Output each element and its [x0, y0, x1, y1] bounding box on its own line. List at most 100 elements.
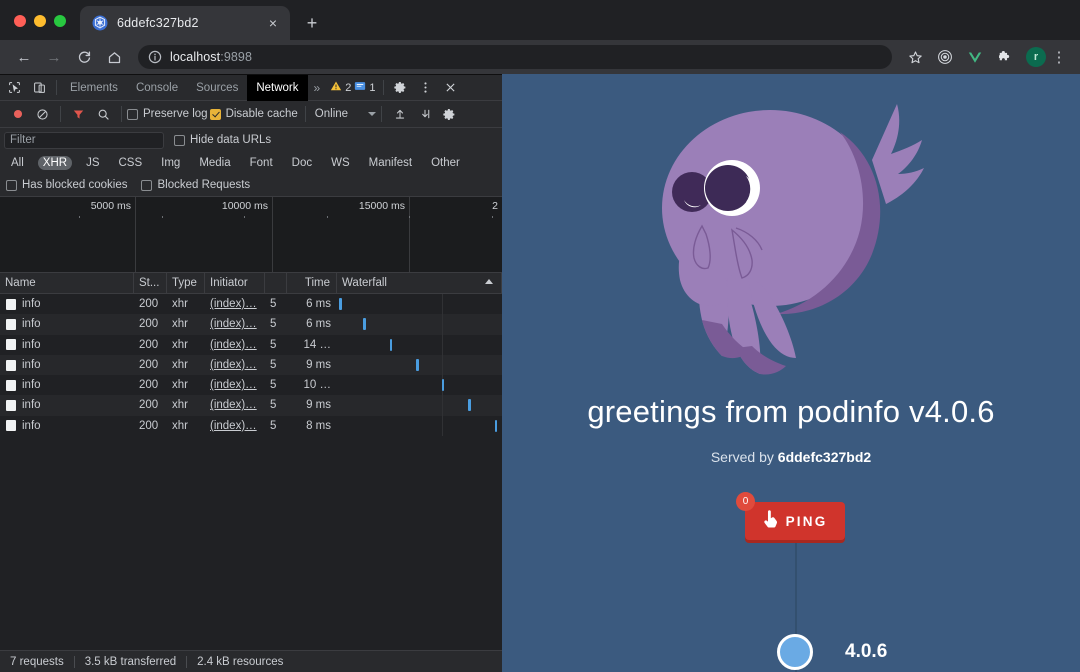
has-blocked-cookies-checkbox[interactable]: Has blocked cookies [6, 179, 127, 191]
network-request-list[interactable]: info 200 xhr (index)… 5 6 ms info 200 xh… [0, 294, 502, 650]
forward-button[interactable]: → [40, 43, 68, 71]
blocked-requests-checkbox[interactable]: Blocked Requests [141, 179, 250, 191]
maximize-window-button[interactable] [54, 15, 66, 27]
address-bar[interactable]: localhost:9898 [138, 45, 892, 69]
devtools-close-icon[interactable] [438, 76, 463, 100]
overview-tick-5000: 5000 ms [90, 200, 131, 212]
home-button[interactable] [100, 43, 128, 71]
request-status: 200 [139, 358, 159, 371]
type-filter-manifest[interactable]: Manifest [364, 156, 417, 170]
type-filter-xhr[interactable]: XHR [37, 156, 73, 170]
request-type: xhr [172, 419, 188, 432]
network-table-header: Name St... Type Initiator Time Waterfall [0, 272, 502, 294]
throttle-value: Online [314, 108, 349, 120]
ping-button[interactable]: 0 PING [736, 492, 845, 540]
column-header-type[interactable]: Type [167, 272, 205, 294]
column-header-waterfall[interactable]: Waterfall [337, 272, 502, 294]
reload-button[interactable] [70, 43, 98, 71]
request-status: 200 [139, 298, 159, 310]
issue-badges[interactable]: 2 1 [326, 80, 379, 95]
extensions-puzzle-icon[interactable] [992, 44, 1018, 70]
disable-cache-box [209, 108, 221, 120]
column-header-initiator[interactable]: Initiator [205, 272, 265, 294]
type-filter-all[interactable]: All [6, 156, 29, 170]
tab-console[interactable]: Console [127, 75, 187, 101]
request-size: 5 [270, 318, 277, 331]
close-window-button[interactable] [14, 15, 26, 27]
tab-elements[interactable]: Elements [61, 75, 127, 101]
tab-close-icon[interactable]: × [264, 14, 282, 32]
type-filter-doc[interactable]: Doc [287, 156, 317, 170]
back-button[interactable]: ← [10, 43, 38, 71]
hide-data-urls-checkbox[interactable]: Hide data URLs [174, 134, 271, 146]
table-row[interactable]: info 200 xhr (index)… 5 8 ms [0, 415, 502, 437]
preserve-log-checkbox[interactable]: Preserve log [127, 108, 208, 120]
more-tabs-chevron-icon[interactable]: » [308, 81, 327, 95]
import-har-upload-icon[interactable] [387, 102, 412, 126]
type-filter-img[interactable]: Img [156, 156, 185, 170]
browser-menu-button[interactable]: ⋮ [1048, 50, 1070, 65]
request-initiator[interactable]: (index)… [210, 318, 257, 330]
blocking-filters: Has blocked cookies Blocked Requests [0, 174, 502, 197]
devtools-more-menu-icon[interactable] [413, 76, 438, 100]
table-row[interactable]: info 200 xhr (index)… 5 9 ms [0, 354, 502, 376]
table-row[interactable]: info 200 xhr (index)… 5 10 … [0, 375, 502, 396]
warning-triangle-icon [330, 80, 342, 95]
type-filter-js[interactable]: JS [81, 156, 104, 170]
request-initiator[interactable]: (index)… [210, 399, 257, 411]
device-toolbar-icon[interactable] [27, 76, 52, 100]
column-header-size[interactable] [265, 272, 287, 294]
network-overview-timeline[interactable]: 5000 ms 10000 ms 15000 ms 2 [0, 197, 502, 273]
request-initiator[interactable]: (index)… [210, 359, 257, 371]
filter-input[interactable]: Filter [4, 131, 164, 149]
browser-window: 6ddefc327bd2 × + ← → localhost:9898 r ⋮ … [0, 0, 1080, 672]
request-initiator[interactable]: (index)… [210, 339, 257, 351]
column-header-status[interactable]: St... [134, 272, 167, 294]
type-filter-media[interactable]: Media [194, 156, 235, 170]
target-circle-icon[interactable] [932, 44, 958, 70]
served-by-text: Served by 6ddefc327bd2 [502, 449, 1080, 465]
type-filter-font[interactable]: Font [245, 156, 278, 170]
bookmark-star-icon[interactable] [902, 44, 928, 70]
tab-sources[interactable]: Sources [187, 75, 247, 101]
request-initiator[interactable]: (index)… [210, 420, 257, 432]
tab-strip: 6ddefc327bd2 × + [0, 0, 1080, 40]
request-initiator[interactable]: (index)… [210, 379, 257, 391]
hide-data-urls-box [174, 134, 185, 146]
search-icon[interactable] [91, 102, 116, 126]
request-size: 5 [270, 399, 277, 412]
request-status: 200 [139, 338, 159, 351]
column-header-time[interactable]: Time [287, 272, 337, 294]
type-filter-ws[interactable]: WS [326, 156, 355, 170]
browser-tab[interactable]: 6ddefc327bd2 × [80, 6, 290, 40]
hide-data-urls-label: Hide data URLs [190, 134, 272, 146]
column-header-waterfall-label: Waterfall [342, 276, 387, 289]
table-row[interactable]: info 200 xhr (index)… 5 6 ms [0, 314, 502, 335]
clear-circle-slash-icon[interactable] [30, 102, 55, 126]
minimize-window-button[interactable] [34, 15, 46, 27]
devtools-settings-gear-icon[interactable] [388, 76, 413, 100]
type-filter-css[interactable]: CSS [113, 156, 147, 170]
vue-devtools-icon[interactable] [962, 44, 988, 70]
network-throttle-select[interactable]: Online [311, 108, 377, 120]
table-row[interactable]: info 200 xhr (index)… 5 9 ms [0, 395, 502, 416]
request-initiator[interactable]: (index)… [210, 298, 257, 310]
version-row[interactable]: 4.0.6 [777, 634, 887, 670]
table-row[interactable]: info 200 xhr (index)… 5 14 … [0, 334, 502, 355]
request-time: 9 ms [306, 399, 331, 412]
export-har-download-icon[interactable] [412, 102, 437, 126]
column-header-name[interactable]: Name [0, 272, 134, 294]
record-dot-icon[interactable] [5, 102, 30, 126]
type-filter-other[interactable]: Other [426, 156, 465, 170]
request-waterfall [337, 314, 502, 335]
disable-cache-checkbox[interactable]: Disable cache [209, 108, 298, 120]
info-circle-icon [148, 50, 162, 64]
filter-funnel-icon[interactable] [66, 102, 91, 126]
tab-network[interactable]: Network [247, 74, 308, 101]
request-time: 9 ms [306, 358, 331, 371]
table-row[interactable]: info 200 xhr (index)… 5 6 ms [0, 294, 502, 315]
network-settings-gear-icon[interactable] [437, 102, 462, 126]
inspect-element-icon[interactable] [2, 76, 27, 100]
profile-avatar[interactable]: r [1026, 47, 1046, 67]
new-tab-button[interactable]: + [298, 9, 326, 37]
